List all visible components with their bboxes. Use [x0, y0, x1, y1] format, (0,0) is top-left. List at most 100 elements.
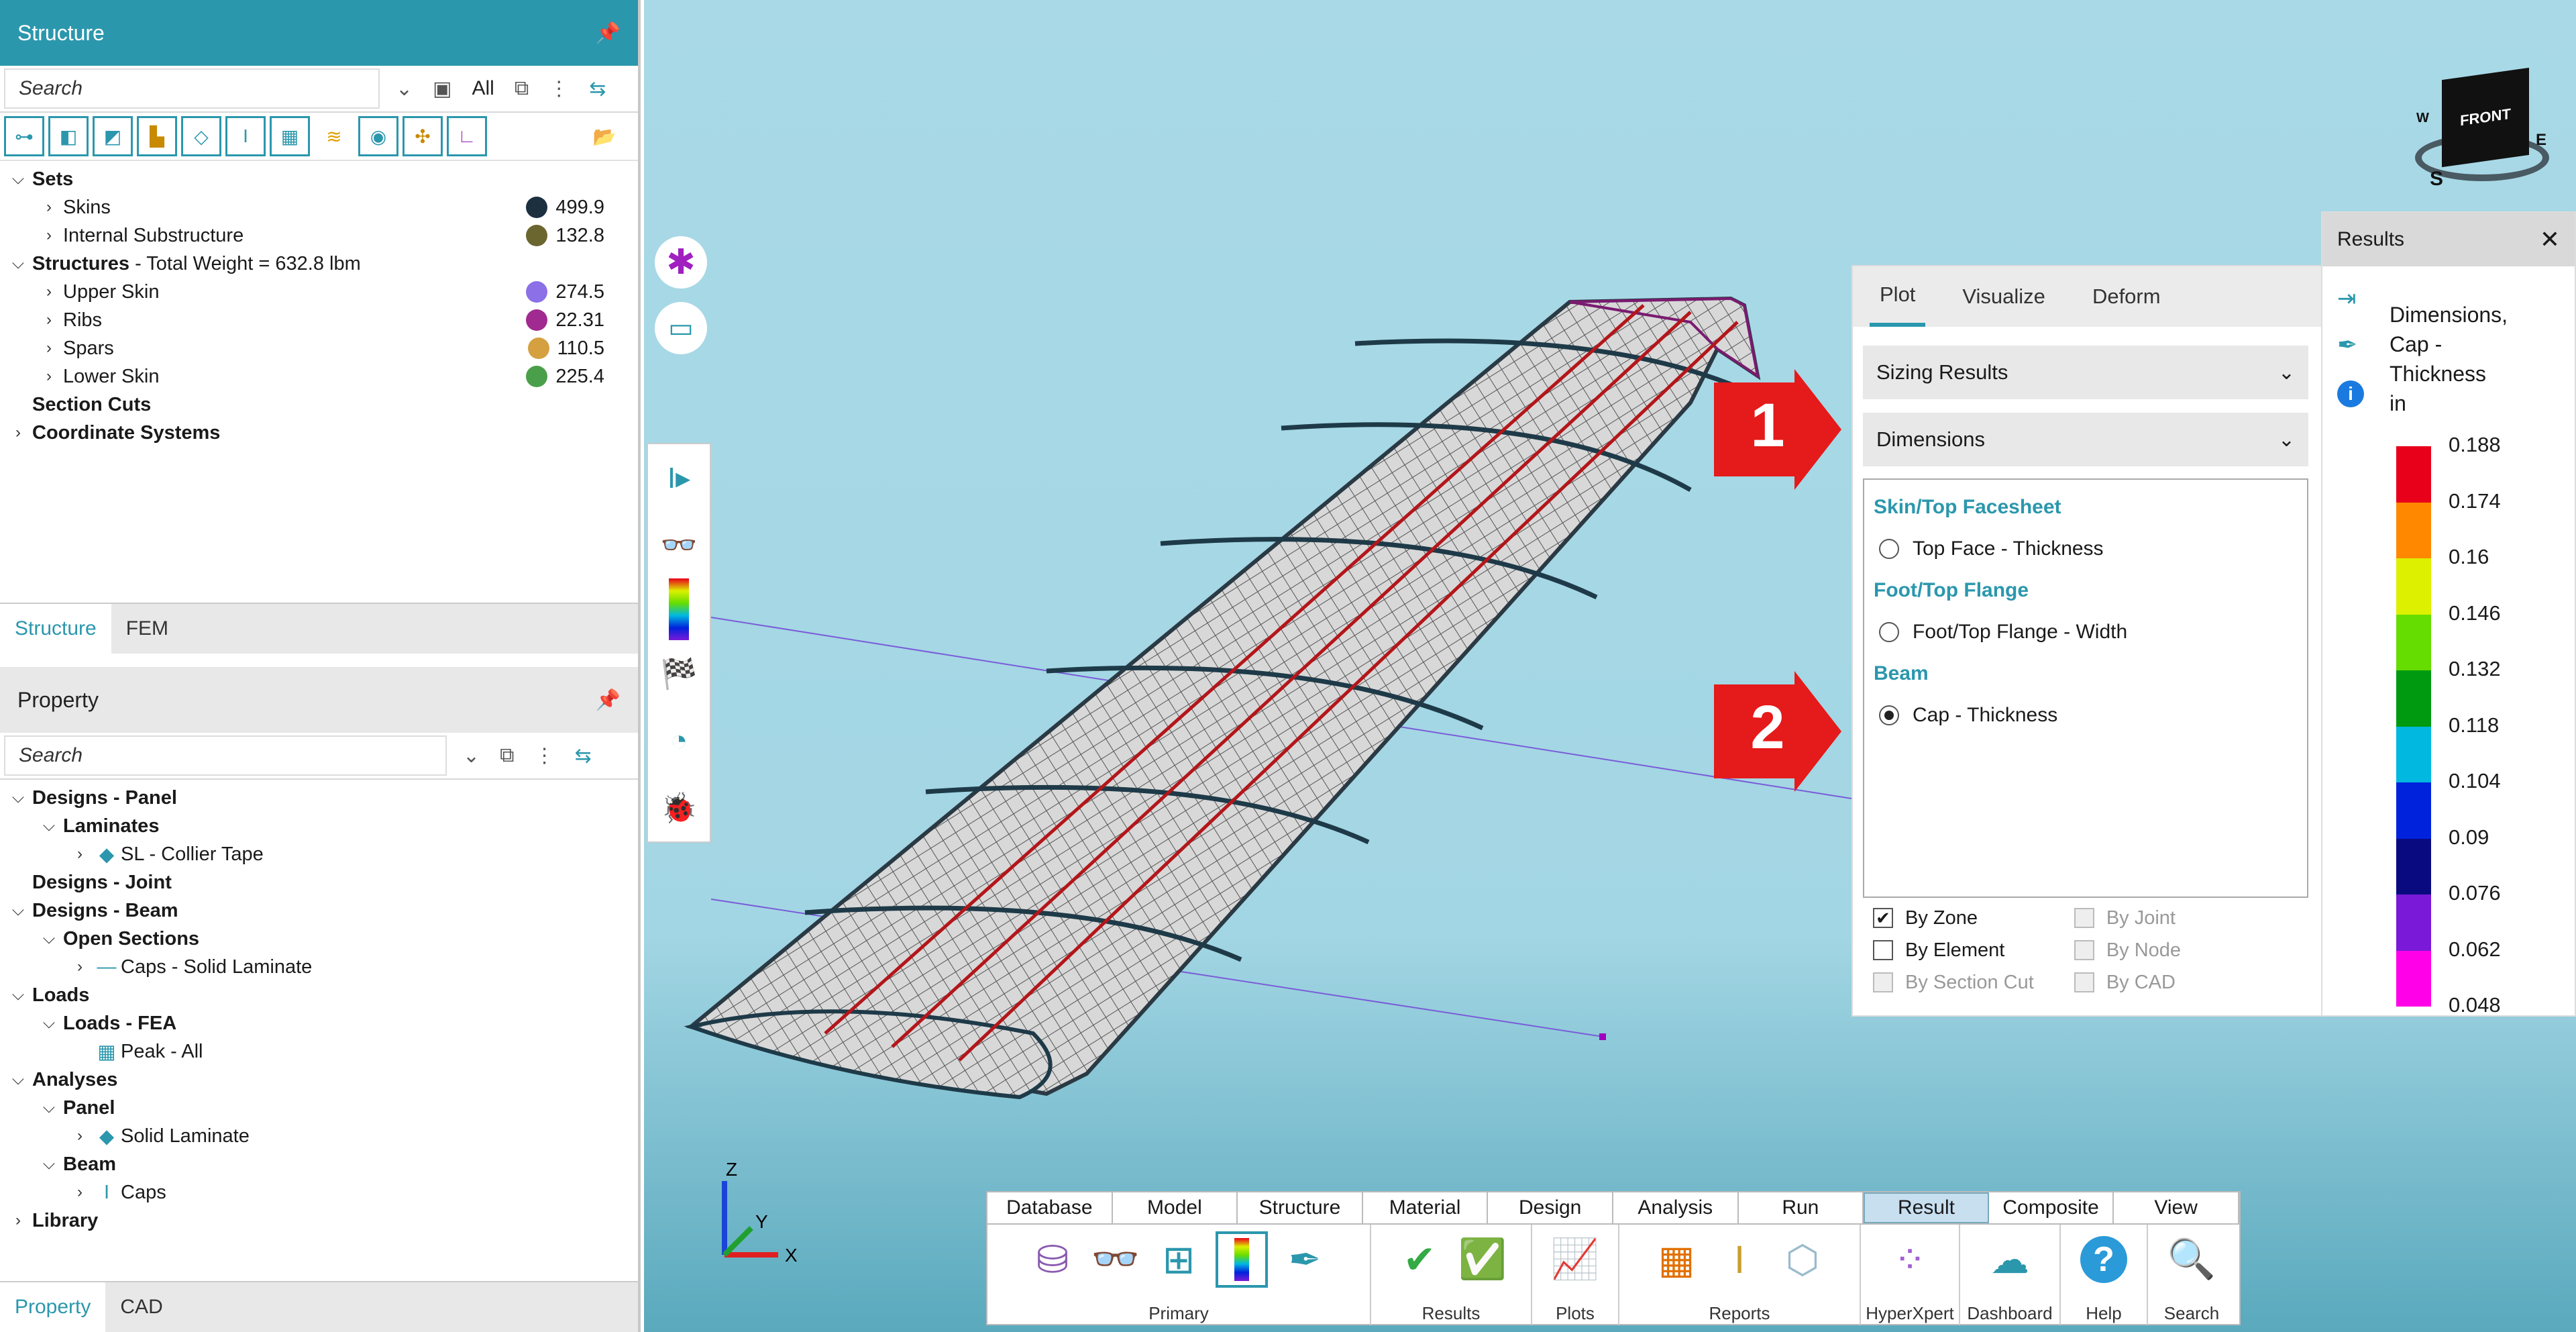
- tree-item[interactable]: › ◆ SL - Collier Tape: [0, 840, 638, 868]
- chevron-down-icon[interactable]: ⌵: [7, 254, 30, 273]
- tree-item[interactable]: ⌵ Beam: [0, 1150, 638, 1178]
- chevron-right-icon[interactable]: ›: [38, 367, 60, 386]
- chevron-right-icon[interactable]: ›: [68, 1127, 91, 1145]
- chevron-right-icon[interactable]: ›: [7, 423, 30, 442]
- tree-item[interactable]: ⌵ Loads - FEA: [0, 1009, 638, 1037]
- ribbon-tab-analysis[interactable]: Analysis: [1613, 1192, 1739, 1223]
- bug-icon[interactable]: 🐞: [648, 774, 710, 841]
- color-swatch-icon[interactable]: [526, 225, 548, 246]
- tree-item[interactable]: Designs - Joint: [0, 868, 638, 896]
- color-swatch-icon[interactable]: [526, 309, 548, 331]
- sizing-results-dropdown[interactable]: Sizing Results ⌄: [1863, 346, 2308, 399]
- radio-button[interactable]: [1879, 622, 1899, 642]
- help-icon[interactable]: ?: [2078, 1231, 2130, 1288]
- beam-play-icon[interactable]: I▸: [648, 444, 710, 511]
- rectangle-select-icon[interactable]: ▭: [655, 302, 707, 354]
- tree-item[interactable]: › I Caps: [0, 1178, 638, 1207]
- ribbon-tab-run[interactable]: Run: [1739, 1192, 1864, 1223]
- chevron-down-icon[interactable]: ⌵: [38, 929, 60, 948]
- chevron-down-icon[interactable]: ⌵: [7, 901, 30, 920]
- chevron-down-icon[interactable]: ⌵: [7, 986, 30, 1005]
- ribbon-tab-composite[interactable]: Composite: [1989, 1192, 2114, 1223]
- tree-item[interactable]: Section Cuts: [0, 391, 638, 419]
- tree-item[interactable]: ⌵ Panel: [0, 1094, 638, 1122]
- plate-icon[interactable]: ◇: [181, 116, 221, 156]
- ribbon-tab-view[interactable]: View: [2114, 1192, 2239, 1223]
- chevron-down-icon[interactable]: ⌄: [396, 77, 413, 101]
- tree-item[interactable]: › Skins 499.9: [0, 193, 638, 221]
- color-swatch-icon[interactable]: [527, 338, 549, 359]
- cube-filter-icon[interactable]: ▣: [433, 77, 451, 101]
- dimension-radio-option[interactable]: Top Face - Thickness: [1874, 535, 2298, 563]
- chevron-down-icon[interactable]: ⌵: [38, 1098, 60, 1117]
- chart-window-icon[interactable]: ⊞: [1152, 1231, 1205, 1288]
- pin-icon[interactable]: 📌: [596, 21, 621, 45]
- hierarchy-icon[interactable]: ⋮: [535, 744, 555, 768]
- tab-structure[interactable]: Structure: [0, 604, 111, 654]
- chip-icon[interactable]: ✣: [402, 116, 443, 156]
- tree-item[interactable]: › Upper Skin 274.5: [0, 278, 638, 306]
- tab-visualize[interactable]: Visualize: [1952, 266, 2055, 327]
- report-heatmap-icon[interactable]: ▦: [1650, 1231, 1703, 1288]
- chevron-down-icon[interactable]: ⌵: [7, 1070, 30, 1089]
- tree-item[interactable]: ⌵ Open Sections: [0, 925, 638, 953]
- solid-icon[interactable]: ◧: [48, 116, 89, 156]
- ribbon-tab-database[interactable]: Database: [987, 1192, 1113, 1223]
- eye-section-icon[interactable]: ◉: [358, 116, 398, 156]
- tree-icon[interactable]: ⊶: [4, 116, 44, 156]
- info-icon[interactable]: i: [2337, 380, 2364, 407]
- checkbox-box[interactable]: [1873, 940, 1893, 960]
- contour-plot-icon[interactable]: [1216, 1231, 1268, 1288]
- filter-checkbox[interactable]: By Element: [1873, 934, 2034, 966]
- tab-fem[interactable]: FEM: [111, 604, 183, 654]
- check-plate-icon[interactable]: ✔: [1393, 1231, 1446, 1288]
- sync-icon[interactable]: ⇆: [575, 744, 592, 768]
- chevron-down-icon[interactable]: ⌵: [7, 788, 30, 807]
- radio-button[interactable]: [1879, 705, 1899, 725]
- contour-icon[interactable]: [669, 578, 689, 640]
- database-gear-icon[interactable]: ⛁: [1026, 1231, 1079, 1288]
- export-icon[interactable]: ⇥: [2337, 285, 2357, 312]
- filter-all-label[interactable]: All: [472, 77, 494, 100]
- checkmark-icon[interactable]: ✔: [1873, 908, 1893, 928]
- report-beam-icon[interactable]: I: [1713, 1231, 1766, 1288]
- chevron-down-icon[interactable]: ⌵: [38, 817, 60, 835]
- cube-face-front[interactable]: FRONT: [2442, 67, 2529, 168]
- chevron-right-icon[interactable]: ›: [38, 311, 60, 329]
- glasses-icon[interactable]: 👓: [648, 511, 710, 578]
- glasses-icon[interactable]: 👓: [1089, 1231, 1142, 1288]
- pin-icon[interactable]: 📌: [596, 688, 621, 712]
- line-chart-icon[interactable]: 📈: [1549, 1231, 1601, 1288]
- asterisk-icon[interactable]: ✱: [655, 236, 707, 289]
- checkered-flag-icon[interactable]: 🏁: [648, 640, 710, 707]
- joint-icon[interactable]: ▙: [137, 116, 177, 156]
- cloud-upload-icon[interactable]: ☁: [1984, 1231, 2036, 1288]
- beam-icon[interactable]: I: [225, 116, 266, 156]
- tab-cad[interactable]: CAD: [105, 1282, 177, 1332]
- search-icon[interactable]: 🔍: [2165, 1231, 2218, 1288]
- report-shape-icon[interactable]: ⬡: [1776, 1231, 1829, 1288]
- hierarchy-icon[interactable]: ⋮: [549, 77, 569, 101]
- filter-checkbox[interactable]: ✔ By Zone: [1873, 902, 2034, 934]
- chevron-right-icon[interactable]: ›: [68, 958, 91, 976]
- structure-search-input[interactable]: Search: [4, 68, 380, 109]
- sync-icon[interactable]: ⇆: [589, 77, 606, 101]
- ribbon-tab-design[interactable]: Design: [1488, 1192, 1613, 1223]
- tree-item[interactable]: › Lower Skin 225.4: [0, 362, 638, 391]
- tree-item[interactable]: ⌵ Laminates: [0, 812, 638, 840]
- tree-item[interactable]: › — Caps - Solid Laminate: [0, 953, 638, 981]
- chevron-down-icon[interactable]: ⌄: [463, 744, 480, 768]
- tree-item[interactable]: ⌵ Designs - Panel: [0, 784, 638, 812]
- chevron-down-icon[interactable]: ⌵: [7, 170, 30, 189]
- tree-item[interactable]: ⌵ Analyses: [0, 1066, 638, 1094]
- tree-item[interactable]: ⌵ Sets: [0, 165, 638, 193]
- dimension-radio-option[interactable]: Foot/Top Flange - Width: [1874, 618, 2298, 646]
- chevron-down-icon[interactable]: ⌵: [38, 1155, 60, 1174]
- tab-plot[interactable]: Plot: [1870, 266, 1926, 327]
- dimensions-dropdown[interactable]: Dimensions ⌄: [1863, 413, 2308, 466]
- collapse-icon[interactable]: ⧉: [515, 77, 529, 100]
- pen-icon[interactable]: ✒: [2337, 331, 2357, 359]
- collapse-icon[interactable]: ⧉: [500, 744, 514, 767]
- tree-item[interactable]: › Spars 110.5: [0, 334, 638, 362]
- property-search-input[interactable]: Search: [4, 735, 447, 776]
